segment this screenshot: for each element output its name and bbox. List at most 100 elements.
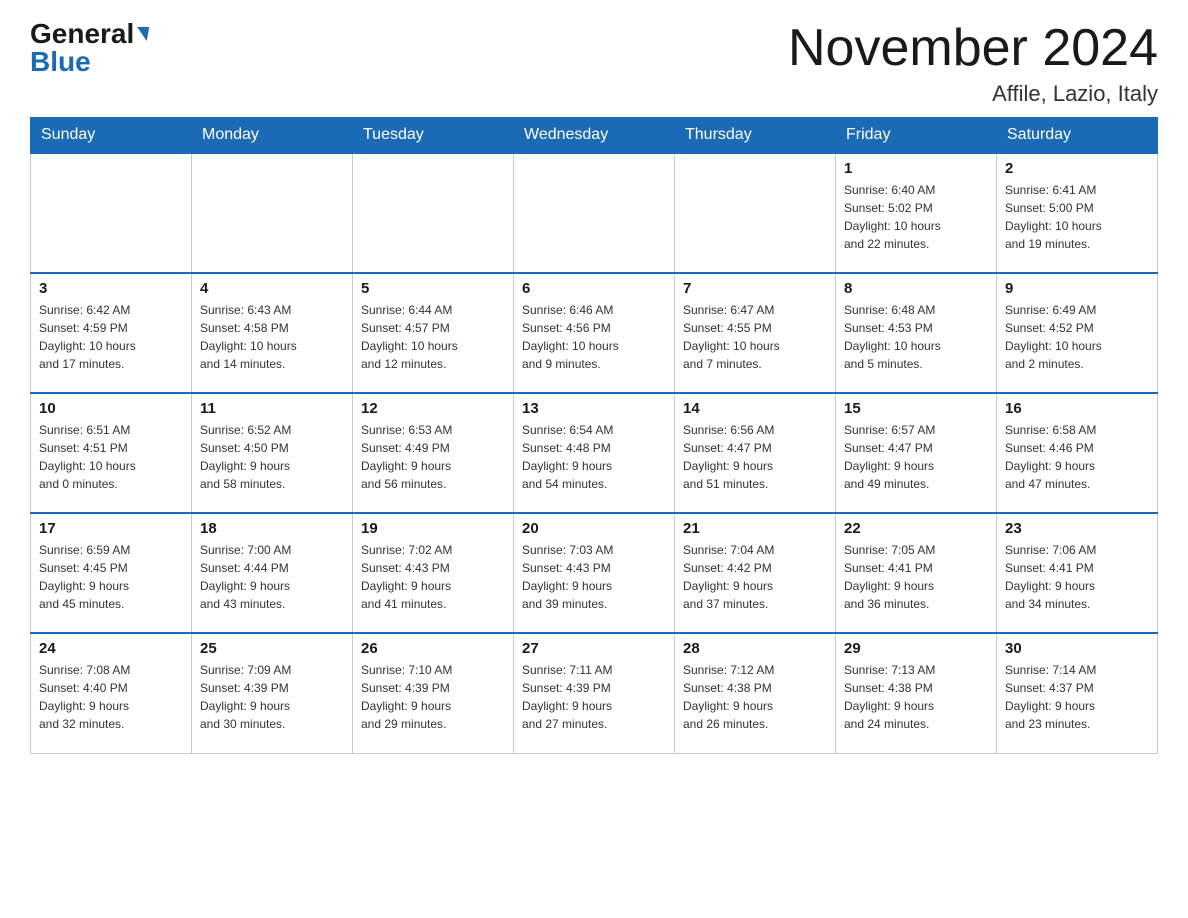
calendar-table: Sunday Monday Tuesday Wednesday Thursday… xyxy=(30,117,1158,754)
calendar-cell: 28 Sunrise: 7:12 AM Sunset: 4:38 PM Dayli… xyxy=(675,633,836,753)
day-number: 19 xyxy=(361,520,505,537)
day-number: 30 xyxy=(1005,640,1149,657)
day-number: 18 xyxy=(200,520,344,537)
calendar-cell: 16 Sunrise: 6:58 AM Sunset: 4:46 PM Dayli… xyxy=(997,393,1158,513)
header-tuesday: Tuesday xyxy=(353,118,514,154)
calendar-cell: 27 Sunrise: 7:11 AM Sunset: 4:39 PM Dayli… xyxy=(514,633,675,753)
title-block: November 2024 Affile, Lazio, Italy xyxy=(788,20,1158,107)
header-friday: Friday xyxy=(836,118,997,154)
calendar-cell xyxy=(192,153,353,273)
day-info: Sunrise: 6:58 AM Sunset: 4:46 PM Dayligh… xyxy=(1005,421,1149,493)
day-number: 1 xyxy=(844,160,988,177)
day-info: Sunrise: 6:54 AM Sunset: 4:48 PM Dayligh… xyxy=(522,421,666,493)
day-number: 3 xyxy=(39,280,183,297)
calendar-cell: 15 Sunrise: 6:57 AM Sunset: 4:47 PM Dayli… xyxy=(836,393,997,513)
calendar-cell: 9 Sunrise: 6:49 AM Sunset: 4:52 PM Daylig… xyxy=(997,273,1158,393)
calendar-week-row: 3 Sunrise: 6:42 AM Sunset: 4:59 PM Daylig… xyxy=(31,273,1158,393)
day-info: Sunrise: 6:53 AM Sunset: 4:49 PM Dayligh… xyxy=(361,421,505,493)
day-info: Sunrise: 6:44 AM Sunset: 4:57 PM Dayligh… xyxy=(361,301,505,373)
day-info: Sunrise: 6:48 AM Sunset: 4:53 PM Dayligh… xyxy=(844,301,988,373)
weekday-header-row: Sunday Monday Tuesday Wednesday Thursday… xyxy=(31,118,1158,154)
month-title: November 2024 xyxy=(788,20,1158,77)
calendar-cell: 11 Sunrise: 6:52 AM Sunset: 4:50 PM Dayli… xyxy=(192,393,353,513)
calendar-cell: 17 Sunrise: 6:59 AM Sunset: 4:45 PM Dayli… xyxy=(31,513,192,633)
day-number: 9 xyxy=(1005,280,1149,297)
day-info: Sunrise: 6:57 AM Sunset: 4:47 PM Dayligh… xyxy=(844,421,988,493)
calendar-cell: 20 Sunrise: 7:03 AM Sunset: 4:43 PM Dayli… xyxy=(514,513,675,633)
header-monday: Monday xyxy=(192,118,353,154)
header-saturday: Saturday xyxy=(997,118,1158,154)
calendar-cell: 1 Sunrise: 6:40 AM Sunset: 5:02 PM Daylig… xyxy=(836,153,997,273)
logo-arrow-icon xyxy=(135,27,149,41)
day-info: Sunrise: 6:59 AM Sunset: 4:45 PM Dayligh… xyxy=(39,541,183,613)
day-number: 7 xyxy=(683,280,827,297)
day-number: 22 xyxy=(844,520,988,537)
calendar-cell: 24Sunrise: 7:08 AM Sunset: 4:40 PM Dayli… xyxy=(31,633,192,753)
calendar-cell xyxy=(514,153,675,273)
day-number: 17 xyxy=(39,520,183,537)
page-header: General Blue November 2024 Affile, Lazio… xyxy=(30,20,1158,107)
calendar-cell: 5 Sunrise: 6:44 AM Sunset: 4:57 PM Daylig… xyxy=(353,273,514,393)
day-info: Sunrise: 7:02 AM Sunset: 4:43 PM Dayligh… xyxy=(361,541,505,613)
calendar-cell: 4 Sunrise: 6:43 AM Sunset: 4:58 PM Daylig… xyxy=(192,273,353,393)
day-info: Sunrise: 6:49 AM Sunset: 4:52 PM Dayligh… xyxy=(1005,301,1149,373)
day-info: Sunrise: 6:42 AM Sunset: 4:59 PM Dayligh… xyxy=(39,301,183,373)
calendar-week-row: 1 Sunrise: 6:40 AM Sunset: 5:02 PM Daylig… xyxy=(31,153,1158,273)
day-number: 6 xyxy=(522,280,666,297)
calendar-cell: 26Sunrise: 7:10 AM Sunset: 4:39 PM Dayli… xyxy=(353,633,514,753)
calendar-cell: 22 Sunrise: 7:05 AM Sunset: 4:41 PM Dayli… xyxy=(836,513,997,633)
header-sunday: Sunday xyxy=(31,118,192,154)
day-number: 10 xyxy=(39,400,183,417)
calendar-cell: 25Sunrise: 7:09 AM Sunset: 4:39 PM Dayli… xyxy=(192,633,353,753)
calendar-cell: 3 Sunrise: 6:42 AM Sunset: 4:59 PM Daylig… xyxy=(31,273,192,393)
day-number: 27 xyxy=(522,640,666,657)
location-text: Affile, Lazio, Italy xyxy=(788,81,1158,107)
calendar-week-row: 24Sunrise: 7:08 AM Sunset: 4:40 PM Dayli… xyxy=(31,633,1158,753)
calendar-cell: 23 Sunrise: 7:06 AM Sunset: 4:41 PM Dayli… xyxy=(997,513,1158,633)
calendar-cell: 8Sunrise: 6:48 AM Sunset: 4:53 PM Daylig… xyxy=(836,273,997,393)
day-number: 14 xyxy=(683,400,827,417)
logo-blue-text: Blue xyxy=(30,48,91,76)
header-wednesday: Wednesday xyxy=(514,118,675,154)
calendar-cell: 30Sunrise: 7:14 AM Sunset: 4:37 PM Dayli… xyxy=(997,633,1158,753)
day-info: Sunrise: 6:56 AM Sunset: 4:47 PM Dayligh… xyxy=(683,421,827,493)
day-info: Sunrise: 6:43 AM Sunset: 4:58 PM Dayligh… xyxy=(200,301,344,373)
day-info: Sunrise: 6:40 AM Sunset: 5:02 PM Dayligh… xyxy=(844,181,988,253)
day-info: Sunrise: 7:06 AM Sunset: 4:41 PM Dayligh… xyxy=(1005,541,1149,613)
day-info: Sunrise: 6:41 AM Sunset: 5:00 PM Dayligh… xyxy=(1005,181,1149,253)
day-number: 11 xyxy=(200,400,344,417)
calendar-cell: 19 Sunrise: 7:02 AM Sunset: 4:43 PM Dayli… xyxy=(353,513,514,633)
day-info: Sunrise: 6:52 AM Sunset: 4:50 PM Dayligh… xyxy=(200,421,344,493)
calendar-cell: 7 Sunrise: 6:47 AM Sunset: 4:55 PM Daylig… xyxy=(675,273,836,393)
day-number: 4 xyxy=(200,280,344,297)
day-number: 23 xyxy=(1005,520,1149,537)
calendar-cell: 29Sunrise: 7:13 AM Sunset: 4:38 PM Dayli… xyxy=(836,633,997,753)
day-number: 25 xyxy=(200,640,344,657)
day-number: 28 xyxy=(683,640,827,657)
day-info: Sunrise: 7:13 AM Sunset: 4:38 PM Dayligh… xyxy=(844,661,988,733)
day-number: 15 xyxy=(844,400,988,417)
day-number: 24 xyxy=(39,640,183,657)
day-info: Sunrise: 7:12 AM Sunset: 4:38 PM Dayligh… xyxy=(683,661,827,733)
day-info: Sunrise: 6:51 AM Sunset: 4:51 PM Dayligh… xyxy=(39,421,183,493)
calendar-cell: 10 Sunrise: 6:51 AM Sunset: 4:51 PM Dayli… xyxy=(31,393,192,513)
day-info: Sunrise: 6:47 AM Sunset: 4:55 PM Dayligh… xyxy=(683,301,827,373)
day-number: 20 xyxy=(522,520,666,537)
day-number: 26 xyxy=(361,640,505,657)
logo-general-text: General xyxy=(30,20,134,48)
day-info: Sunrise: 7:04 AM Sunset: 4:42 PM Dayligh… xyxy=(683,541,827,613)
day-number: 16 xyxy=(1005,400,1149,417)
day-info: Sunrise: 7:03 AM Sunset: 4:43 PM Dayligh… xyxy=(522,541,666,613)
day-info: Sunrise: 7:11 AM Sunset: 4:39 PM Dayligh… xyxy=(522,661,666,733)
day-number: 2 xyxy=(1005,160,1149,177)
calendar-cell: 2 Sunrise: 6:41 AM Sunset: 5:00 PM Daylig… xyxy=(997,153,1158,273)
day-info: Sunrise: 6:46 AM Sunset: 4:56 PM Dayligh… xyxy=(522,301,666,373)
day-info: Sunrise: 7:05 AM Sunset: 4:41 PM Dayligh… xyxy=(844,541,988,613)
header-thursday: Thursday xyxy=(675,118,836,154)
calendar-cell xyxy=(31,153,192,273)
logo: General Blue xyxy=(30,20,148,76)
day-number: 5 xyxy=(361,280,505,297)
calendar-week-row: 17 Sunrise: 6:59 AM Sunset: 4:45 PM Dayli… xyxy=(31,513,1158,633)
calendar-cell: 18Sunrise: 7:00 AM Sunset: 4:44 PM Dayli… xyxy=(192,513,353,633)
day-number: 21 xyxy=(683,520,827,537)
